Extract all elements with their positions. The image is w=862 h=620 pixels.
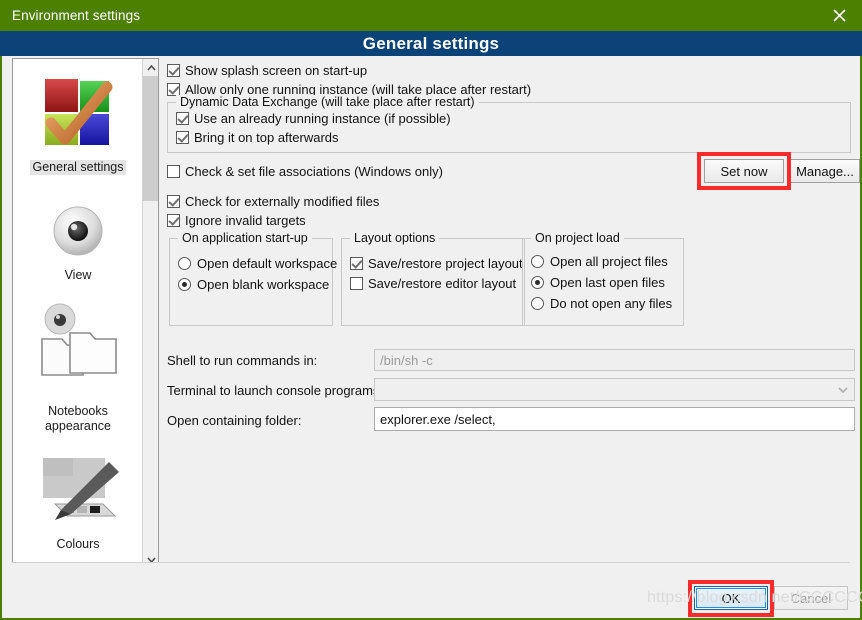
checkbox-box <box>167 64 180 77</box>
window-title: Environment settings <box>12 8 141 23</box>
radio-circle <box>531 276 544 289</box>
checkbox-ignore-invalid-targets[interactable]: Ignore invalid targets <box>167 211 443 230</box>
radio-open-all-project-files[interactable]: Open all project files <box>531 251 672 272</box>
ok-button[interactable]: OK <box>694 586 768 610</box>
environment-settings-dialog: Environment settings General settings Ge… <box>0 0 862 620</box>
sidebar-item-view[interactable]: View <box>13 197 143 291</box>
checkbox-label: Use an already running instance (if poss… <box>194 111 451 126</box>
sidebar-item-colours[interactable]: Colours <box>13 448 143 560</box>
dialog-body: General settings View Notebooks appearan… <box>2 56 860 569</box>
radio-circle <box>531 255 544 268</box>
settings-category-list[interactable]: General settings View Notebooks appearan… <box>12 58 159 569</box>
radio-open-blank-workspace[interactable]: Open blank workspace <box>178 274 337 295</box>
window-titlebar: Environment settings <box>0 0 862 31</box>
sidebar-item-label: Notebooks appearance <box>44 404 112 433</box>
sidebar-item-label: View <box>64 268 92 282</box>
radio-label: Open default workspace <box>197 256 338 271</box>
sidebar-scrollbar[interactable] <box>142 59 158 568</box>
page-title: General settings <box>362 33 500 53</box>
terminal-combobox-arrow[interactable] <box>833 380 853 399</box>
set-now-button[interactable]: Set now <box>704 159 784 183</box>
sidebar-item-notebooks-appearance[interactable]: Notebooks appearance <box>13 299 143 442</box>
palette-brush-icon <box>33 452 123 537</box>
checkbox-box <box>167 165 180 178</box>
cancel-button[interactable]: Cancel <box>774 586 848 610</box>
scrollbar-thumb[interactable] <box>143 76 158 201</box>
checkbox-box <box>350 256 363 270</box>
checkbox-check-externally-modified[interactable]: Check for externally modified files <box>167 192 443 211</box>
sidebar-item-label: General settings <box>30 160 126 175</box>
radio-circle <box>178 278 191 291</box>
shell-input[interactable]: /bin/sh -c <box>374 349 855 371</box>
group-title: Layout options <box>350 231 440 245</box>
file-association-options: Check & set file associations (Windows o… <box>167 162 443 230</box>
radio-circle <box>178 257 191 270</box>
checkbox-box <box>350 276 363 290</box>
shell-field-label: Shell to run commands in: <box>167 353 318 368</box>
radio-circle <box>531 297 544 310</box>
checkbox-label: Bring it on top afterwards <box>194 130 339 145</box>
checkbox-box <box>167 214 180 227</box>
checkbox-label: Ignore invalid targets <box>185 213 306 228</box>
terminal-field-label: Terminal to launch console programs: <box>167 383 384 398</box>
radio-open-default-workspace[interactable]: Open default workspace <box>178 253 337 274</box>
checkbox-bring-on-top[interactable]: Bring it on top afterwards <box>176 128 451 147</box>
checkbox-show-splash-screen[interactable]: Show splash screen on start-up <box>167 61 531 80</box>
group-title: Dynamic Data Exchange (will take place a… <box>176 95 479 109</box>
chevron-up-icon <box>146 64 156 71</box>
on-application-startup-group: On application start-up Open default wor… <box>169 231 337 326</box>
checkbox-box <box>176 112 189 125</box>
close-button[interactable] <box>816 0 862 31</box>
checkbox-label: Save/restore editor layout <box>368 275 517 291</box>
checkbox-box <box>167 195 180 208</box>
dynamic-data-exchange-group: Dynamic Data Exchange (will take place a… <box>167 95 851 153</box>
group-title: On application start-up <box>178 231 312 245</box>
layout-options-group: Layout options Save/restore project layo… <box>341 231 525 326</box>
checkbox-box <box>176 131 189 144</box>
open-containing-folder-label: Open containing folder: <box>167 413 302 428</box>
eye-icon <box>47 201 109 268</box>
group-title: On project load <box>531 231 624 245</box>
blocks-checkmark-icon <box>35 69 121 160</box>
checkbox-label: Check & set file associations (Windows o… <box>185 164 443 179</box>
manage-button[interactable]: Manage... <box>790 159 860 183</box>
folders-icon <box>30 303 126 404</box>
checkbox-save-restore-editor-layout[interactable]: Save/restore editor layout <box>350 273 523 293</box>
open-containing-folder-input[interactable]: explorer.exe /select, <box>374 407 855 431</box>
radio-label: Open all project files <box>550 254 668 269</box>
chevron-down-icon <box>838 386 848 393</box>
checkbox-label: Check for externally modified files <box>185 194 380 209</box>
checkbox-label: Save/restore project layout <box>368 255 523 271</box>
radio-do-not-open-any-files[interactable]: Do not open any files <box>531 293 672 314</box>
page-header: General settings <box>0 31 862 56</box>
dialog-footer: OK Cancel <box>2 562 860 618</box>
checkbox-label: Show splash screen on start-up <box>185 63 368 78</box>
general-settings-pane: Show splash screen on start-up Allow onl… <box>165 56 860 562</box>
checkbox-save-restore-project-layout[interactable]: Save/restore project layout <box>350 253 523 273</box>
footer-divider <box>12 562 850 563</box>
sidebar-item-label: Colours <box>56 537 100 551</box>
radio-open-last-open-files[interactable]: Open last open files <box>531 272 672 293</box>
checkbox-check-file-associations[interactable]: Check & set file associations (Windows o… <box>167 162 443 181</box>
scroll-up-button[interactable] <box>143 59 158 76</box>
on-project-load-group: On project load Open all project files O… <box>522 231 684 326</box>
close-icon <box>832 9 846 22</box>
terminal-combobox[interactable] <box>374 378 855 401</box>
radio-label: Do not open any files <box>550 296 673 311</box>
startup-options-group: Show splash screen on start-up Allow onl… <box>167 61 531 99</box>
checkbox-use-running-instance[interactable]: Use an already running instance (if poss… <box>176 109 451 128</box>
radio-label: Open blank workspace <box>197 277 330 292</box>
radio-label: Open last open files <box>550 275 665 290</box>
sidebar-item-general-settings[interactable]: General settings <box>13 65 143 183</box>
